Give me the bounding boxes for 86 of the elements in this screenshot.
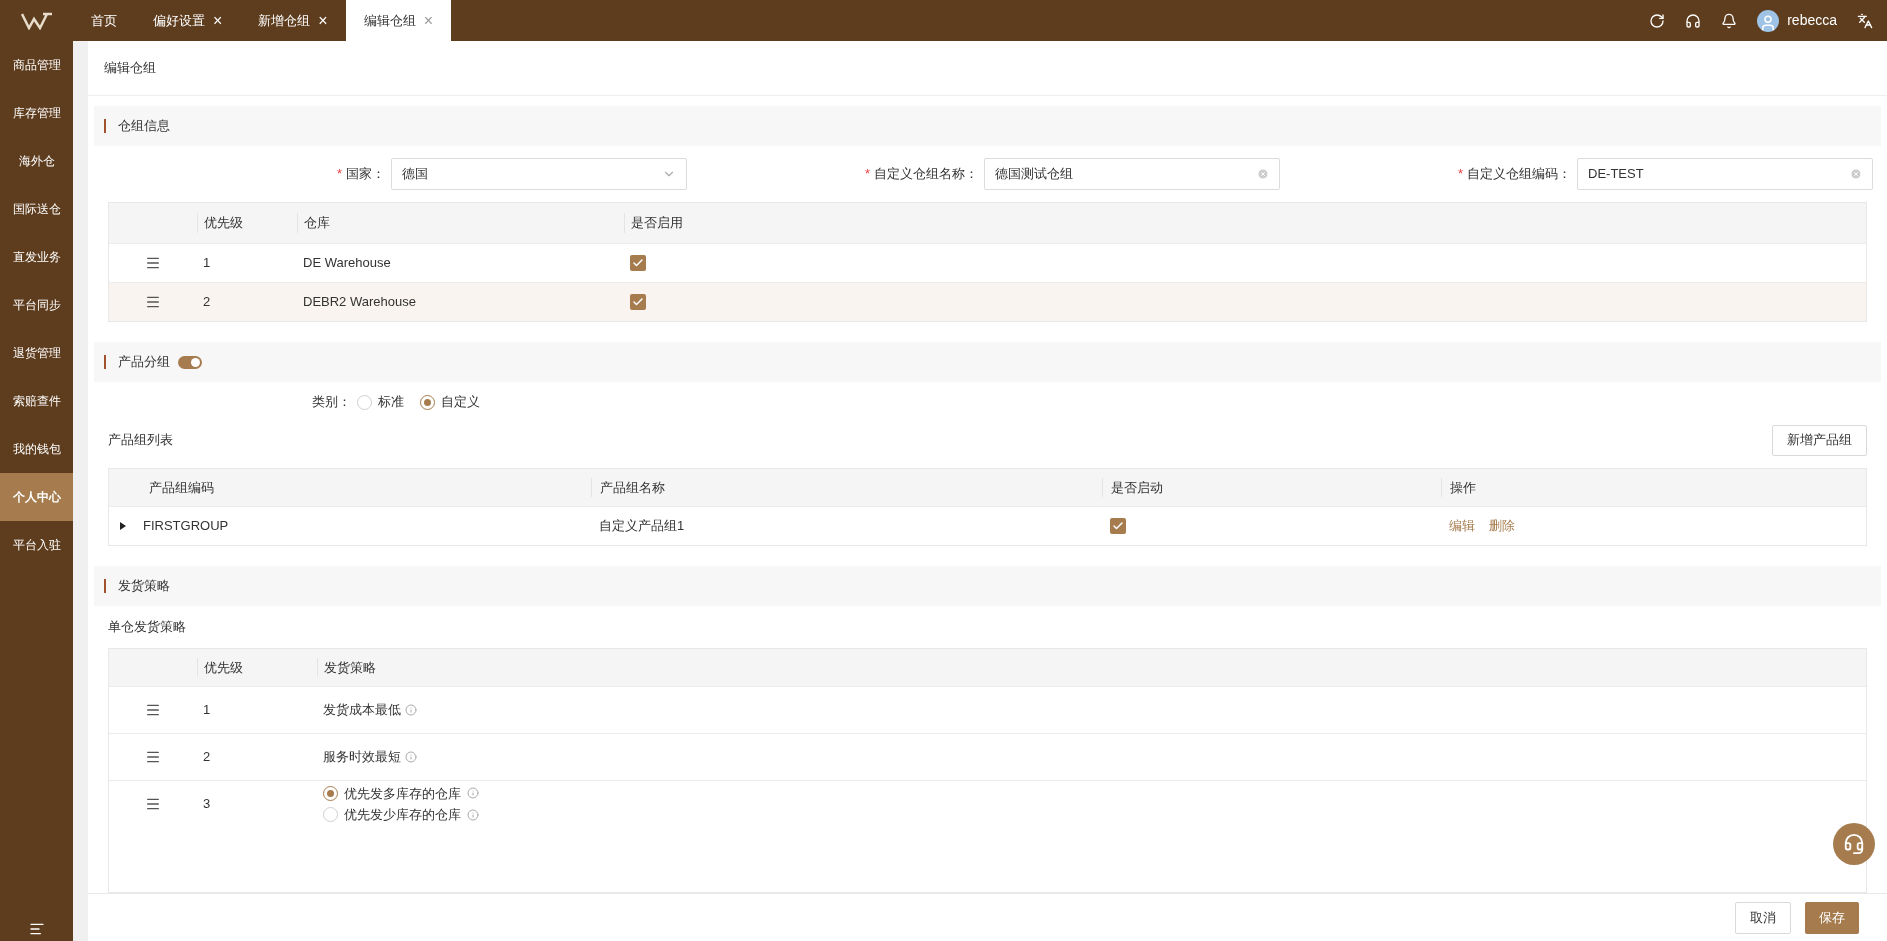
sidebar-item[interactable]: 退货管理: [0, 329, 73, 377]
input-field[interactable]: DE-TEST: [1577, 158, 1873, 190]
notification-icon[interactable]: [1721, 12, 1738, 29]
sidebar-item[interactable]: 商品管理: [0, 41, 73, 89]
section-title: 发货策略: [118, 577, 170, 596]
sidebar-item[interactable]: 索赔查件: [0, 377, 73, 425]
check-icon: [1112, 520, 1124, 532]
user-name[interactable]: rebecca: [1787, 10, 1837, 31]
sidebar-item[interactable]: 个人中心: [0, 473, 73, 521]
table-cell-text: 发货成本最低: [323, 701, 401, 720]
input-field[interactable]: 德国测试仓组: [984, 158, 1280, 190]
radio-label[interactable]: 优先发少库存的仓库: [344, 805, 461, 825]
column-header: 操作: [1441, 477, 1866, 498]
collapse-menu-icon[interactable]: [28, 921, 45, 937]
page-tab[interactable]: 首页: [73, 0, 135, 41]
drag-handle-icon[interactable]: [145, 796, 161, 812]
column-header: 是否启动: [1102, 477, 1441, 498]
table-cell-text: 2: [202, 293, 212, 312]
action-link[interactable]: 删除: [1489, 516, 1515, 536]
column-header: 产品组编码: [148, 478, 215, 497]
expand-arrow-icon[interactable]: [119, 522, 127, 530]
close-tab-button[interactable]: ×: [318, 12, 328, 29]
check-icon: [632, 257, 644, 269]
translate-icon[interactable]: [1857, 12, 1873, 29]
sidebar-item[interactable]: 直发业务: [0, 233, 73, 281]
radio-button[interactable]: [323, 807, 338, 823]
support-button[interactable]: [1833, 823, 1875, 865]
action-link[interactable]: 编辑: [1449, 516, 1475, 536]
add-product-group-button[interactable]: 新增产品组: [1772, 424, 1867, 456]
table-cell-text: 1: [202, 254, 212, 273]
radio-button[interactable]: [420, 394, 435, 410]
sidebar-item[interactable]: 我的钱包: [0, 425, 73, 473]
list-title: 产品组列表: [108, 431, 173, 450]
field-label: * 自定义仓组编码：: [1457, 165, 1571, 184]
table-cell-text: DEBR2 Warehouse: [302, 293, 417, 312]
page-tab[interactable]: 新增仓组 ×: [240, 0, 346, 41]
refresh-icon[interactable]: [1649, 12, 1666, 29]
column-header: 优先级: [197, 657, 317, 678]
field-label: * 自定义仓组名称：: [864, 165, 978, 184]
subsection-title: 单仓发货策略: [108, 618, 186, 637]
table-cell-text: 1: [202, 701, 212, 720]
table-cell-text: 服务时效最短: [323, 748, 401, 767]
table-cell-text: FIRSTGROUP: [143, 517, 229, 536]
page-title: 编辑仓组: [104, 59, 156, 78]
sidebar-item[interactable]: 海外仓: [0, 137, 73, 185]
column-header: 仓库: [297, 213, 624, 233]
page-tab[interactable]: 偏好设置 ×: [135, 0, 241, 41]
field-label: 类别：: [312, 393, 351, 412]
table-cell-text: 2: [202, 748, 212, 767]
table-cell-text: DE Warehouse: [302, 254, 392, 273]
cancel-button[interactable]: 取消: [1735, 901, 1791, 934]
sidebar-item[interactable]: 平台入驻: [0, 521, 73, 569]
drag-handle-icon[interactable]: [145, 255, 161, 271]
sidebar-item[interactable]: 平台同步: [0, 281, 73, 329]
checkbox[interactable]: [630, 294, 646, 310]
radio-label[interactable]: 优先发多库存的仓库: [344, 783, 461, 803]
sidebar-item[interactable]: 国际送仓: [0, 185, 73, 233]
radio-label[interactable]: 标准: [378, 392, 404, 412]
drag-handle-icon[interactable]: [145, 702, 161, 718]
radio-button[interactable]: [357, 394, 372, 410]
check-icon: [632, 296, 644, 308]
country-select[interactable]: 德国: [391, 158, 687, 190]
toggle-switch[interactable]: [178, 355, 202, 369]
drag-handle-icon[interactable]: [145, 294, 161, 310]
radio-label[interactable]: 自定义: [441, 392, 480, 412]
table-cell-text: 自定义产品组1: [598, 517, 686, 536]
page-tab[interactable]: 编辑仓组 ×: [345, 0, 452, 41]
avatar[interactable]: [1757, 9, 1780, 32]
checkbox[interactable]: [1110, 518, 1126, 534]
section-title: 仓组信息: [118, 117, 170, 136]
logo-icon: [20, 11, 53, 30]
support-agent-icon: [1843, 833, 1865, 855]
checkbox[interactable]: [630, 255, 646, 271]
column-header: 发货策略: [317, 657, 1866, 678]
table-cell-text: 3: [202, 795, 212, 814]
close-tab-button[interactable]: ×: [213, 12, 223, 29]
save-button[interactable]: 保存: [1805, 901, 1859, 934]
drag-handle-icon[interactable]: [145, 749, 161, 765]
column-header: 优先级: [197, 213, 297, 233]
column-header: 产品组名称: [591, 477, 1102, 498]
field-label: * 国家：: [336, 165, 385, 184]
headphones-icon[interactable]: [1685, 12, 1702, 29]
column-header: 是否启用: [624, 213, 1866, 233]
section-title: 产品分组: [118, 353, 170, 372]
radio-button[interactable]: [323, 785, 338, 801]
sidebar-item[interactable]: 库存管理: [0, 89, 73, 137]
